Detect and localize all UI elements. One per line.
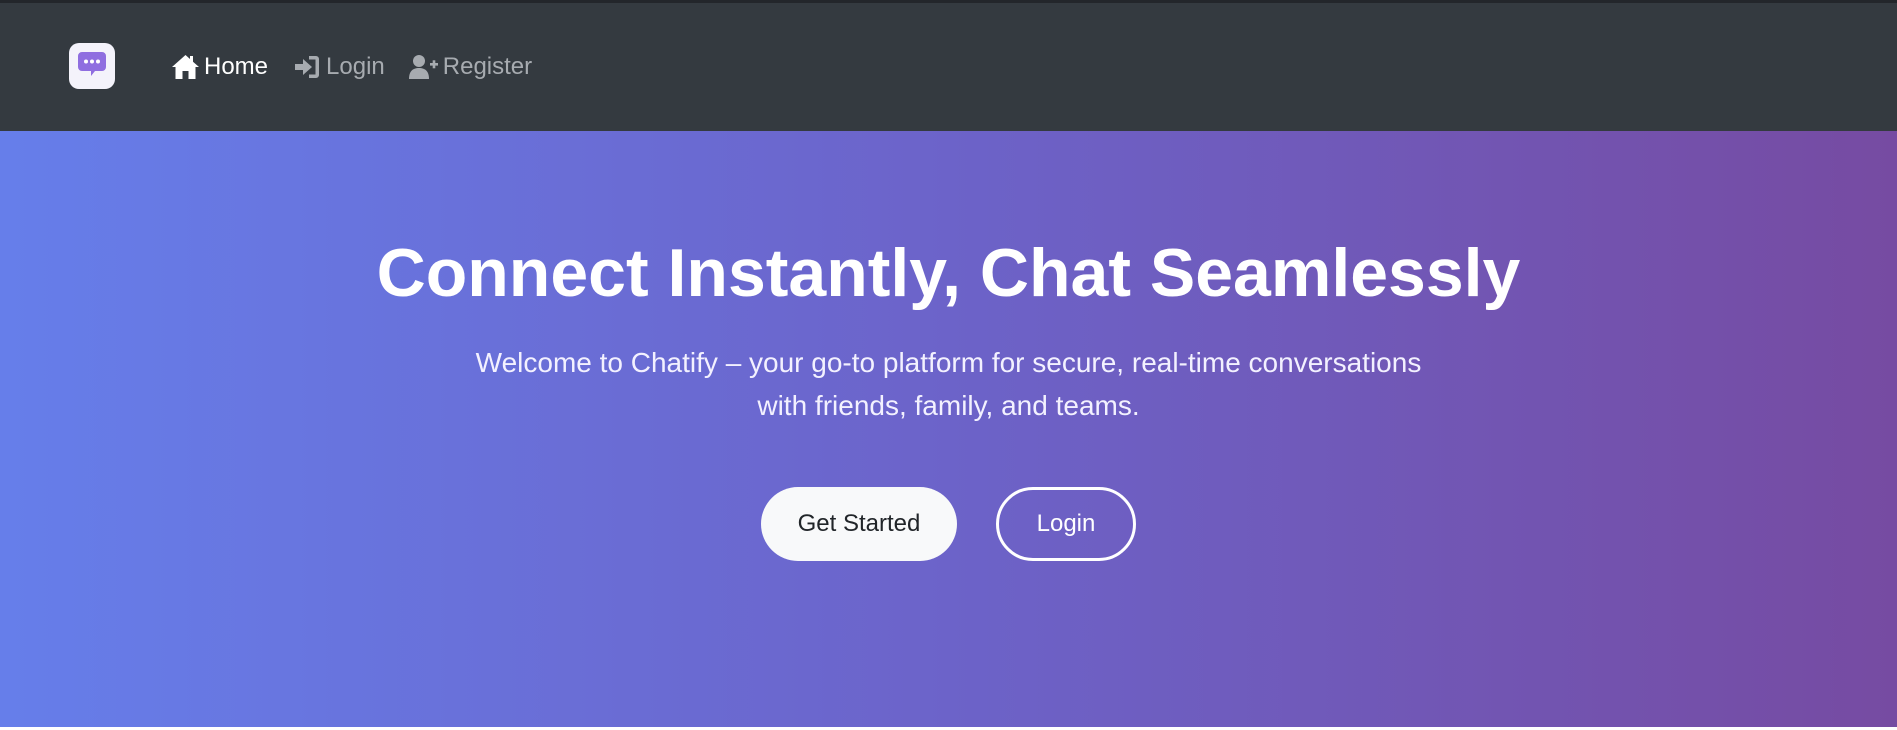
nav-link-register-label: Register [442, 53, 533, 80]
page: Home Login Register Connect Instantly, C… [0, 0, 1897, 730]
navbar: Home Login Register [0, 3, 1897, 131]
user-plus-icon [408, 53, 439, 81]
sign-in-icon [292, 53, 322, 81]
hero-title: Connect Instantly, Chat Seamlessly [376, 235, 1521, 311]
nav-link-home[interactable]: Home [170, 51, 268, 83]
nav-link-register[interactable]: Register [408, 51, 533, 83]
hero-subtitle: Welcome to Chatify – your go-to platform… [475, 347, 1422, 421]
nav-link-login[interactable]: Login [292, 51, 385, 83]
nav-link-login-label: Login [326, 53, 385, 80]
get-started-button[interactable]: Get Started [761, 487, 957, 561]
brand-logo[interactable] [69, 43, 115, 89]
hero-login-button[interactable]: Login [996, 487, 1136, 561]
hero-section: Connect Instantly, Chat Seamlessly Welco… [0, 131, 1897, 727]
nav-link-home-label: Home [204, 53, 269, 80]
nav-links: Home Login Register [170, 51, 556, 83]
chat-bubble-icon [77, 51, 107, 82]
home-icon [170, 53, 200, 81]
